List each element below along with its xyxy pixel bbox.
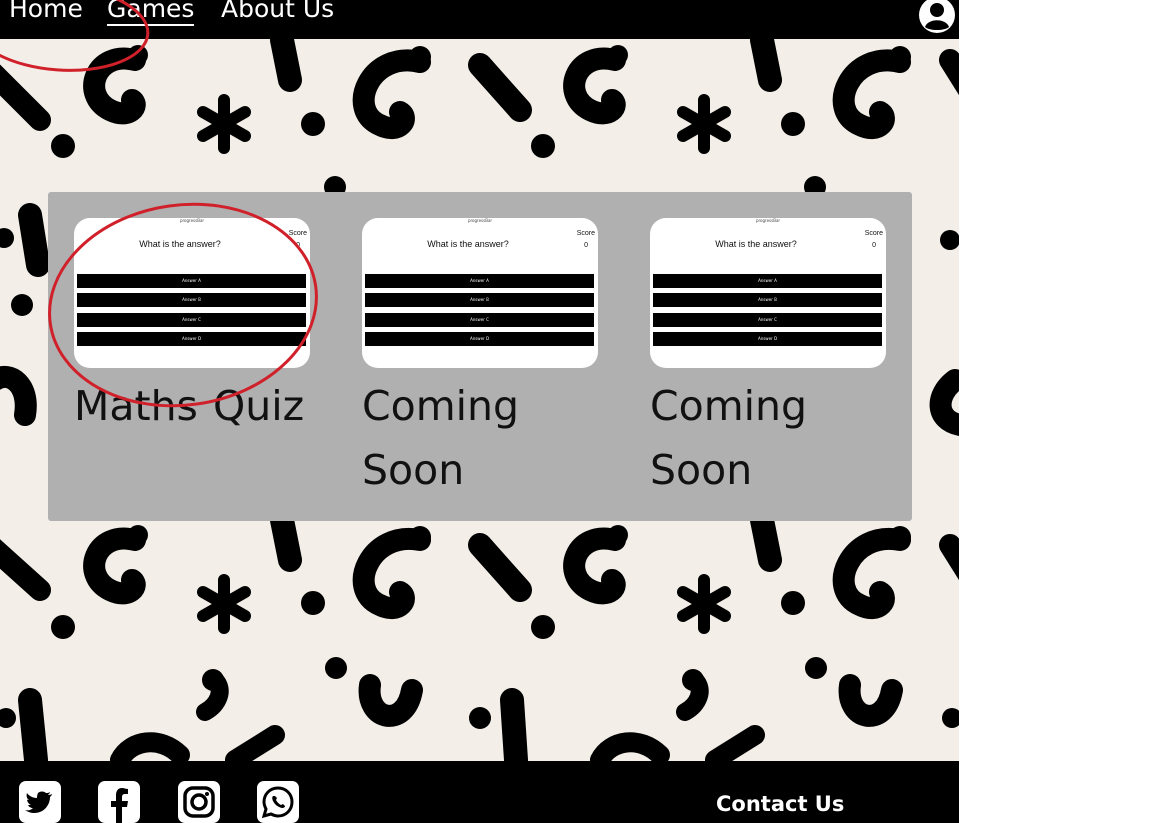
- thumbnail-answer-a: Answer A: [77, 274, 306, 288]
- thumbnail-answer-c: Answer C: [653, 313, 882, 327]
- thumbnail-score-label: Score: [864, 230, 883, 237]
- thumbnail-answer-b: Answer B: [653, 293, 882, 307]
- thumbnail-answer-d: Answer D: [77, 332, 306, 346]
- game-thumbnail[interactable]: progressBar What is the answer? Score 0 …: [362, 218, 598, 368]
- thumbnail-question: What is the answer?: [139, 239, 221, 249]
- nav-link-games[interactable]: Games: [107, 0, 195, 26]
- facebook-icon[interactable]: [98, 781, 140, 823]
- thumbnail-answer-b: Answer B: [77, 293, 306, 307]
- game-thumbnail[interactable]: progressBar What is the answer? Score 0 …: [650, 218, 886, 368]
- contact-us-link[interactable]: Contact Us: [716, 792, 844, 816]
- twitter-icon[interactable]: [19, 781, 61, 823]
- thumbnail-answer-d: Answer D: [653, 332, 882, 346]
- nav-link-home[interactable]: Home: [9, 0, 83, 24]
- game-card-coming-soon[interactable]: progressBar What is the answer? Score 0 …: [650, 218, 886, 502]
- top-navbar: Home Games About Us: [0, 0, 959, 39]
- thumbnail-question: What is the answer?: [715, 239, 797, 249]
- games-panel: progressBar What is the answer? Score 0 …: [48, 192, 912, 521]
- game-card-coming-soon[interactable]: progressBar What is the answer? Score 0 …: [362, 218, 598, 502]
- page: Home Games About Us progressBar What is …: [0, 0, 959, 823]
- thumbnail-score-value: 0: [296, 242, 300, 249]
- thumbnail-answer-a: Answer A: [653, 274, 882, 288]
- game-title[interactable]: Coming Soon: [362, 374, 598, 502]
- user-circle-icon[interactable]: [918, 0, 956, 34]
- thumbnail-answer-c: Answer C: [365, 313, 594, 327]
- thumbnail-brand: progressBar: [467, 218, 493, 223]
- thumbnail-brand: progressBar: [755, 218, 781, 223]
- thumbnail-score-label: Score: [576, 230, 595, 237]
- game-title[interactable]: Maths Quiz: [74, 374, 310, 438]
- game-thumbnail[interactable]: progressBar What is the answer? Score 0 …: [74, 218, 310, 368]
- thumbnail-score-value: 0: [584, 242, 588, 249]
- whatsapp-icon[interactable]: [257, 781, 299, 823]
- thumbnail-score-value: 0: [872, 242, 876, 249]
- thumbnail-brand: progressBar: [179, 218, 205, 223]
- thumbnail-question: What is the answer?: [427, 239, 509, 249]
- thumbnail-answer-c: Answer C: [77, 313, 306, 327]
- footer: Contact Us: [0, 761, 959, 823]
- thumbnail-answer-b: Answer B: [365, 293, 594, 307]
- game-card-maths-quiz[interactable]: progressBar What is the answer? Score 0 …: [74, 218, 310, 438]
- thumbnail-answer-d: Answer D: [365, 332, 594, 346]
- nav-link-about-us[interactable]: About Us: [221, 0, 334, 24]
- instagram-icon[interactable]: [178, 781, 220, 823]
- game-title[interactable]: Coming Soon: [650, 374, 886, 502]
- thumbnail-answer-a: Answer A: [365, 274, 594, 288]
- thumbnail-score-label: Score: [288, 230, 307, 237]
